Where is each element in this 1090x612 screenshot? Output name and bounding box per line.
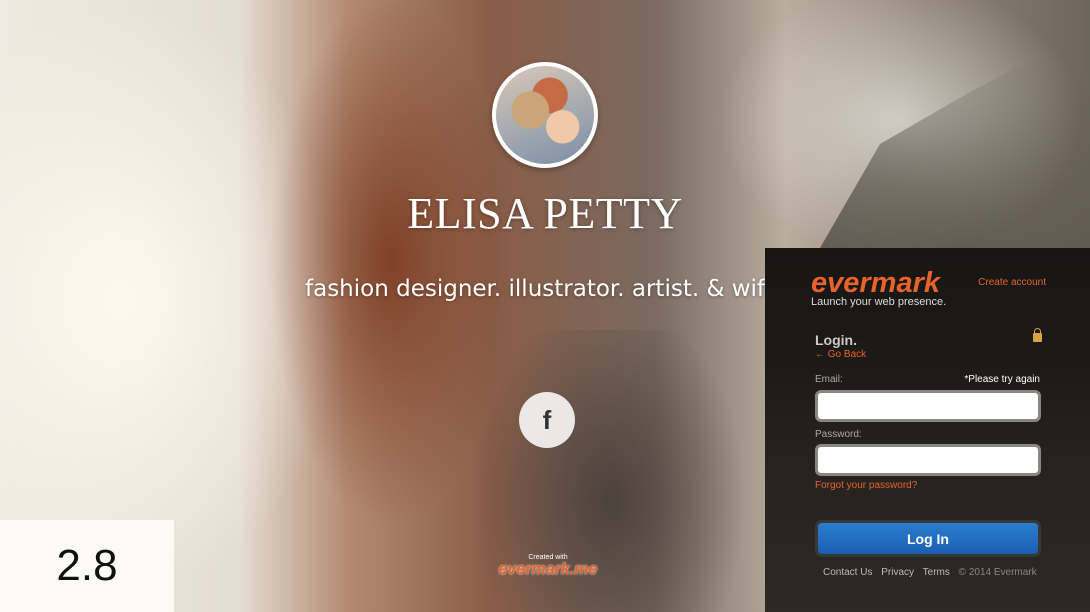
login-title: Login. — [815, 332, 857, 348]
login-panel: evermark Launch your web presence. Creat… — [765, 248, 1090, 612]
create-account-link[interactable]: Create account — [978, 277, 1046, 288]
email-field[interactable] — [815, 390, 1041, 422]
password-field[interactable] — [815, 444, 1041, 476]
lock-icon — [1033, 328, 1042, 342]
terms-link[interactable]: Terms — [923, 567, 950, 578]
go-back-link[interactable]: ← Go Back — [815, 349, 866, 360]
privacy-link[interactable]: Privacy — [881, 567, 914, 578]
error-message: *Please try again — [964, 374, 1040, 385]
created-with-badge[interactable]: Created with evermark.me — [497, 554, 599, 579]
created-with-label: Created with — [528, 554, 568, 561]
facebook-icon[interactable]: f — [519, 392, 575, 448]
profile-tagline: fashion designer. illustrator. artist. &… — [305, 276, 775, 302]
profile-name: ELISA PETTY — [407, 189, 683, 238]
evermark-logo: evermark Launch your web presence. — [811, 268, 946, 308]
brand-subtitle: Launch your web presence. — [811, 296, 947, 308]
brand-wordmark: evermark — [811, 267, 940, 299]
version-badge: 2.8 — [0, 520, 174, 612]
email-label: Email: — [815, 374, 843, 385]
password-label: Password: — [815, 429, 862, 440]
panel-footer: Contact Us Privacy Terms © 2014 Evermark — [823, 567, 1043, 578]
contact-us-link[interactable]: Contact Us — [823, 567, 872, 578]
profile-avatar — [492, 62, 598, 168]
login-button[interactable]: Log In — [815, 520, 1041, 557]
evermark-me-logo: evermark.me — [498, 561, 598, 578]
copyright-text: © 2014 Evermark — [958, 567, 1037, 578]
forgot-password-link[interactable]: Forgot your password? — [815, 480, 917, 491]
